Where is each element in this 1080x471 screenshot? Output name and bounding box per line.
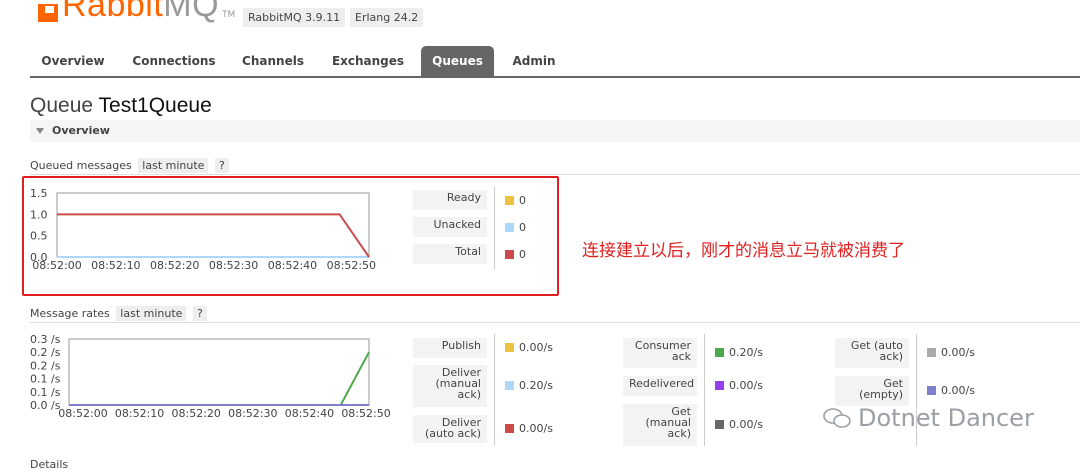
rabbitmq-logo: RabbitMQ TM bbox=[38, 0, 235, 22]
watermark: Dotnet Dancer bbox=[822, 404, 1034, 432]
y-tick-label: 0.1 /s bbox=[30, 386, 61, 399]
divider bbox=[30, 322, 1080, 323]
tab-connections[interactable]: Connections bbox=[124, 46, 224, 76]
tab-queues[interactable]: Queues bbox=[421, 46, 494, 76]
logo-text: RabbitMQ bbox=[62, 0, 220, 24]
logo-trademark: TM bbox=[222, 10, 236, 20]
rabbitmq-logo-icon bbox=[38, 4, 58, 22]
annotation-text: 连接建立以后，刚才的消息立马就被消费了 bbox=[582, 241, 905, 261]
y-tick-label: 0.2 /s bbox=[30, 346, 61, 359]
rates-legend-value: 0.00/s bbox=[505, 341, 553, 354]
message-rates-chart: 0.0 /s0.1 /s0.1 /s0.2 /s0.2 /s0.3 /s 08:… bbox=[30, 334, 391, 420]
series-swatch bbox=[715, 381, 724, 390]
chart-plot-area bbox=[68, 338, 370, 406]
series-swatch bbox=[505, 343, 514, 352]
y-tick-label: 0.2 /s bbox=[30, 359, 61, 372]
annotation-highlight-box bbox=[22, 176, 559, 296]
x-tick-label: 08:52:50 bbox=[341, 407, 390, 420]
rates-help-button[interactable]: ? bbox=[192, 306, 207, 321]
rates-legend-value: 0.00/s bbox=[715, 379, 763, 392]
erlang-version: Erlang 24.2 bbox=[350, 8, 424, 27]
queued-range-selector[interactable]: last minute bbox=[138, 158, 209, 173]
x-tick-label: 08:52:00 bbox=[58, 407, 107, 420]
collapse-triangle-icon bbox=[36, 128, 44, 134]
x-tick-label: 08:52:40 bbox=[285, 407, 334, 420]
rates-legend-label: Deliver (auto ack) bbox=[413, 415, 487, 443]
rates-legend-label: Redelivered bbox=[623, 376, 697, 396]
rates-legend-value: 0.00/s bbox=[927, 384, 975, 397]
queue-name: Test1Queue bbox=[98, 94, 212, 117]
divider bbox=[30, 174, 1080, 175]
rates-legend-label: Publish bbox=[413, 338, 487, 358]
series-swatch bbox=[505, 381, 514, 390]
tab-overview[interactable]: Overview bbox=[30, 46, 116, 76]
details-section-label: Details bbox=[30, 458, 69, 471]
rates-legend-value: 0.00/s bbox=[505, 422, 553, 435]
main-nav-tabs: Overview Connections Channels Exchanges … bbox=[30, 46, 1080, 78]
queued-help-button[interactable]: ? bbox=[214, 158, 229, 173]
rates-legend-label: Get (empty) bbox=[835, 376, 909, 406]
y-tick-label: 0.1 /s bbox=[30, 373, 61, 386]
rabbitmq-version: RabbitMQ 3.9.11 bbox=[243, 8, 346, 27]
x-tick-label: 08:52:30 bbox=[228, 407, 277, 420]
rates-legend-value: 0.20/s bbox=[505, 379, 553, 392]
series-line-consumer-ack bbox=[69, 351, 370, 406]
rates-legend-label: Consumer ack bbox=[623, 338, 697, 368]
rates-legend-label: Get (auto ack) bbox=[835, 338, 909, 368]
queued-messages-header: Queued messages last minute ? bbox=[30, 158, 229, 173]
legend-separator bbox=[704, 334, 705, 446]
message-rates-header: Message rates last minute ? bbox=[30, 306, 207, 321]
rates-range-selector[interactable]: last minute bbox=[116, 306, 187, 321]
tab-channels[interactable]: Channels bbox=[232, 46, 314, 76]
tab-exchanges[interactable]: Exchanges bbox=[322, 46, 414, 76]
legend-separator bbox=[494, 334, 495, 446]
page-title: Queue Test1Queue bbox=[30, 94, 212, 117]
x-tick-label: 08:52:20 bbox=[172, 407, 221, 420]
y-tick-label: 0.0 /s bbox=[30, 399, 61, 412]
overview-section-toggle[interactable]: Overview bbox=[30, 120, 1080, 142]
y-tick-label: 0.3 /s bbox=[30, 334, 61, 346]
tab-admin[interactable]: Admin bbox=[502, 46, 566, 76]
x-tick-label: 08:52:10 bbox=[115, 407, 164, 420]
rates-legend-value: 0.00/s bbox=[715, 418, 763, 431]
rates-legend-label: Deliver (manual ack) bbox=[413, 365, 487, 407]
series-swatch bbox=[927, 386, 936, 395]
rates-legend-value: 0.20/s bbox=[715, 346, 763, 359]
rates-legend-value: 0.00/s bbox=[927, 346, 975, 359]
wechat-icon bbox=[823, 408, 851, 428]
overview-section-label: Overview bbox=[52, 124, 110, 137]
series-swatch bbox=[505, 424, 514, 433]
series-swatch bbox=[715, 420, 724, 429]
rates-legend-label: Get (manual ack) bbox=[623, 404, 697, 446]
series-swatch bbox=[927, 348, 936, 357]
series-swatch bbox=[715, 348, 724, 357]
